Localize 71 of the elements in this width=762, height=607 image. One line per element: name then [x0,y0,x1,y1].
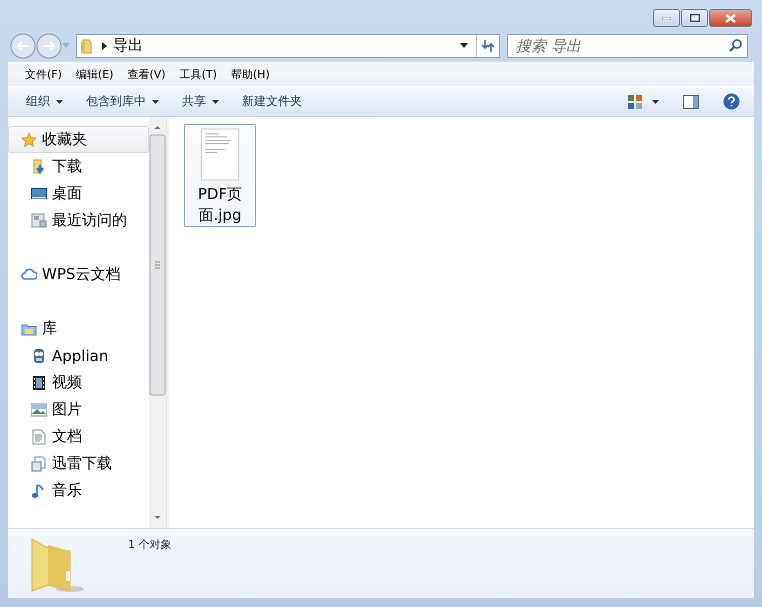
nav-item-icon [31,456,47,472]
nav-item[interactable]: 音乐 [8,477,149,504]
file-name: PDF页面.jpg [196,184,244,226]
toolbar-button[interactable]: 组织 [18,89,71,114]
minimize-icon [662,16,671,20]
nav-scrollbar[interactable] [149,117,166,528]
nav-item[interactable]: 收藏夹 [8,126,149,153]
view-options-icon[interactable] [628,94,642,108]
menu-item[interactable]: 查看(V) [120,64,173,84]
nav-item[interactable]: 迅雷下载 [8,450,149,477]
breadcrumb-arrow-icon[interactable] [102,42,107,50]
nav-item-label[interactable]: 最近访问的 [52,211,127,230]
nav-item-icon [31,374,47,390]
nav-item-icon [21,266,37,282]
caret-icon [212,100,219,104]
nav-item-label[interactable]: 音乐 [52,481,82,500]
nav-item-label[interactable]: Applian [52,346,108,364]
address-bar[interactable]: 导出 [76,34,500,58]
breadcrumb-item[interactable]: 导出 [113,36,143,55]
nav-item-icon [31,428,47,444]
caret-icon [152,100,159,104]
nav-item-icon [31,186,47,202]
nav-item[interactable]: WPS云文档 [8,261,149,288]
nav-item[interactable]: 图片 [8,396,149,423]
menu-item[interactable]: 帮助(H) [224,64,277,84]
nav-item-icon [31,158,47,174]
nav-item-label[interactable]: WPS云文档 [42,265,120,284]
maximize-button[interactable] [681,9,708,27]
menu-item[interactable]: 工具(T) [172,64,224,84]
toolbar-button[interactable]: 新建文件夹 [234,89,310,114]
maximize-icon [690,14,700,22]
dropdown-arrow-icon[interactable] [460,43,468,48]
file-item[interactable]: PDF页面.jpg [184,124,256,227]
nav-item[interactable]: 视频 [8,369,149,396]
menu-item[interactable]: 编辑(E) [68,64,120,84]
refresh-icon[interactable] [481,38,495,52]
minimize-button[interactable] [653,9,680,27]
nav-item-label[interactable]: 下载 [52,157,82,176]
forward-button[interactable] [36,32,62,58]
folder-icon [80,38,94,54]
nav-item-icon [31,402,47,418]
close-icon [725,14,736,22]
nav-item-icon [31,212,47,228]
close-button[interactable] [709,9,752,27]
preview-pane-icon[interactable] [683,94,699,108]
help-icon[interactable] [723,93,740,110]
caret-icon[interactable] [652,100,659,104]
nav-item-label[interactable]: 迅雷下载 [52,454,112,473]
nav-item-label[interactable]: 桌面 [52,184,82,203]
nav-item-label[interactable]: 文档 [52,427,82,446]
item-count: 1 个对象 [128,537,172,553]
nav-item-label[interactable]: 收藏夹 [42,130,87,149]
nav-item[interactable]: 下载 [8,153,149,180]
nav-item-icon [21,132,37,148]
document-thumbnail-icon [200,128,240,181]
caret-icon [56,100,63,104]
back-button[interactable] [10,32,36,58]
nav-item-label[interactable]: 图片 [52,400,82,419]
nav-item[interactable]: 文档 [8,423,149,450]
nav-item-label[interactable]: 库 [42,319,57,338]
search-field[interactable]: 搜索 导出 [507,34,748,58]
menu-item[interactable]: 文件(F) [18,64,69,84]
nav-item-label[interactable]: 视频 [52,373,82,392]
nav-item-icon [31,348,47,364]
nav-item[interactable]: 库 [8,315,149,342]
toolbar-button[interactable]: 包含到库中 [78,89,167,114]
toolbar-button[interactable]: 共享 [174,89,227,114]
nav-item[interactable]: Applian [8,342,149,369]
search-icon[interactable] [729,38,742,52]
nav-item[interactable]: 桌面 [8,180,149,207]
nav-item[interactable]: 最近访问的 [8,207,149,234]
